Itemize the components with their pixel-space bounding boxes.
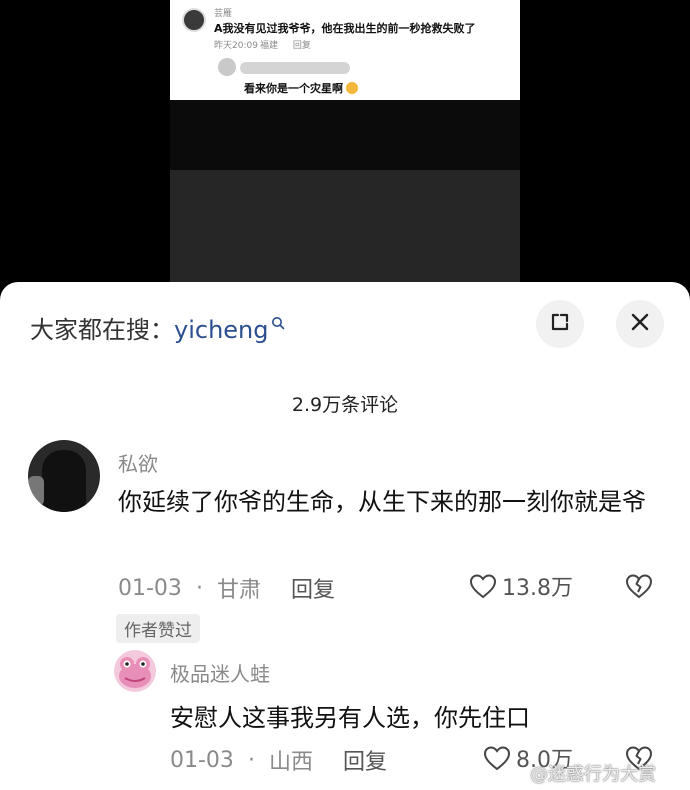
comment-username[interactable]: 私欲 xyxy=(118,448,158,477)
embedded-reply: 看来你是一个灾星啊 xyxy=(244,80,358,96)
blurred-avatar xyxy=(218,58,236,76)
avatar[interactable] xyxy=(28,440,100,512)
like-button[interactable]: 13.8万 xyxy=(468,570,573,602)
laughing-emoji-icon xyxy=(346,82,358,94)
search-prefix: 大家都在搜： xyxy=(30,316,174,344)
search-suggestion[interactable]: 大家都在搜：yicheng xyxy=(30,310,285,345)
video-frame-gray xyxy=(170,170,520,290)
search-icon xyxy=(271,315,285,334)
comment-meta: 01-03 · 甘肃 回复 xyxy=(118,572,335,604)
embedded-reply-label: 回复 xyxy=(292,41,311,51)
blurred-username xyxy=(240,62,350,74)
author-liked-badge: 作者赞过 xyxy=(116,614,200,643)
comment-date: 01-03 xyxy=(170,747,234,773)
separator-dot: · xyxy=(247,747,255,773)
close-button[interactable] xyxy=(616,300,664,348)
comment-meta: 01-03 · 山西 回复 xyxy=(170,744,387,776)
video-area[interactable]: 芸雁 A我没有见过我爷爷，他在我出生的前一秒抢救失败了 昨天20:09 福建 回复… xyxy=(0,0,690,290)
expand-button[interactable] xyxy=(536,300,584,348)
comment-text: 你延续了你爷的生命，从生下来的那一刻你就是爷 xyxy=(118,488,646,516)
embedded-username: 芸雁 xyxy=(214,9,233,19)
comment-date: 01-03 xyxy=(118,575,182,601)
search-keyword-link[interactable]: yicheng xyxy=(174,316,269,344)
comment-count: 2.9万条评论 xyxy=(291,394,399,416)
comment-location: 山西 xyxy=(268,750,313,775)
embedded-time: 昨天20:09 xyxy=(214,41,258,51)
like-count: 13.8万 xyxy=(502,576,573,601)
embedded-meta: 昨天20:09 福建 回复 xyxy=(214,38,311,51)
comment-sheet: 大家都在搜：yicheng 2.9万条评论 私欲 你延续了你爷的生命，从生下来的… xyxy=(0,282,690,790)
embedded-comment-text: A我没有见过我爷爷，他在我出生的前一秒抢救失败了 xyxy=(214,22,476,35)
watermark: @迷惑行为大赏 xyxy=(530,764,656,785)
heart-icon xyxy=(469,574,497,599)
separator-dot: · xyxy=(195,575,203,601)
embedded-location: 福建 xyxy=(259,41,278,51)
comment-text: 安慰人这事我另有人选，你先住口 xyxy=(170,704,530,732)
avatar[interactable] xyxy=(114,650,156,692)
embedded-avatar xyxy=(182,8,206,32)
close-icon xyxy=(630,312,650,336)
embedded-comment-screenshot: 芸雁 A我没有见过我爷爷，他在我出生的前一秒抢救失败了 昨天20:09 福建 回复… xyxy=(170,0,520,100)
broken-heart-icon[interactable] xyxy=(624,572,654,604)
heart-icon xyxy=(483,746,511,771)
comment-username[interactable]: 极品迷人蛙 xyxy=(170,658,270,687)
embedded-reply-text: 看来你是一个灾星啊 xyxy=(244,82,343,95)
comment-location: 甘肃 xyxy=(216,578,261,603)
expand-icon xyxy=(549,311,571,337)
reply-button[interactable]: 回复 xyxy=(343,744,387,776)
reply-button[interactable]: 回复 xyxy=(291,572,335,604)
video-frame-dark xyxy=(170,100,520,170)
